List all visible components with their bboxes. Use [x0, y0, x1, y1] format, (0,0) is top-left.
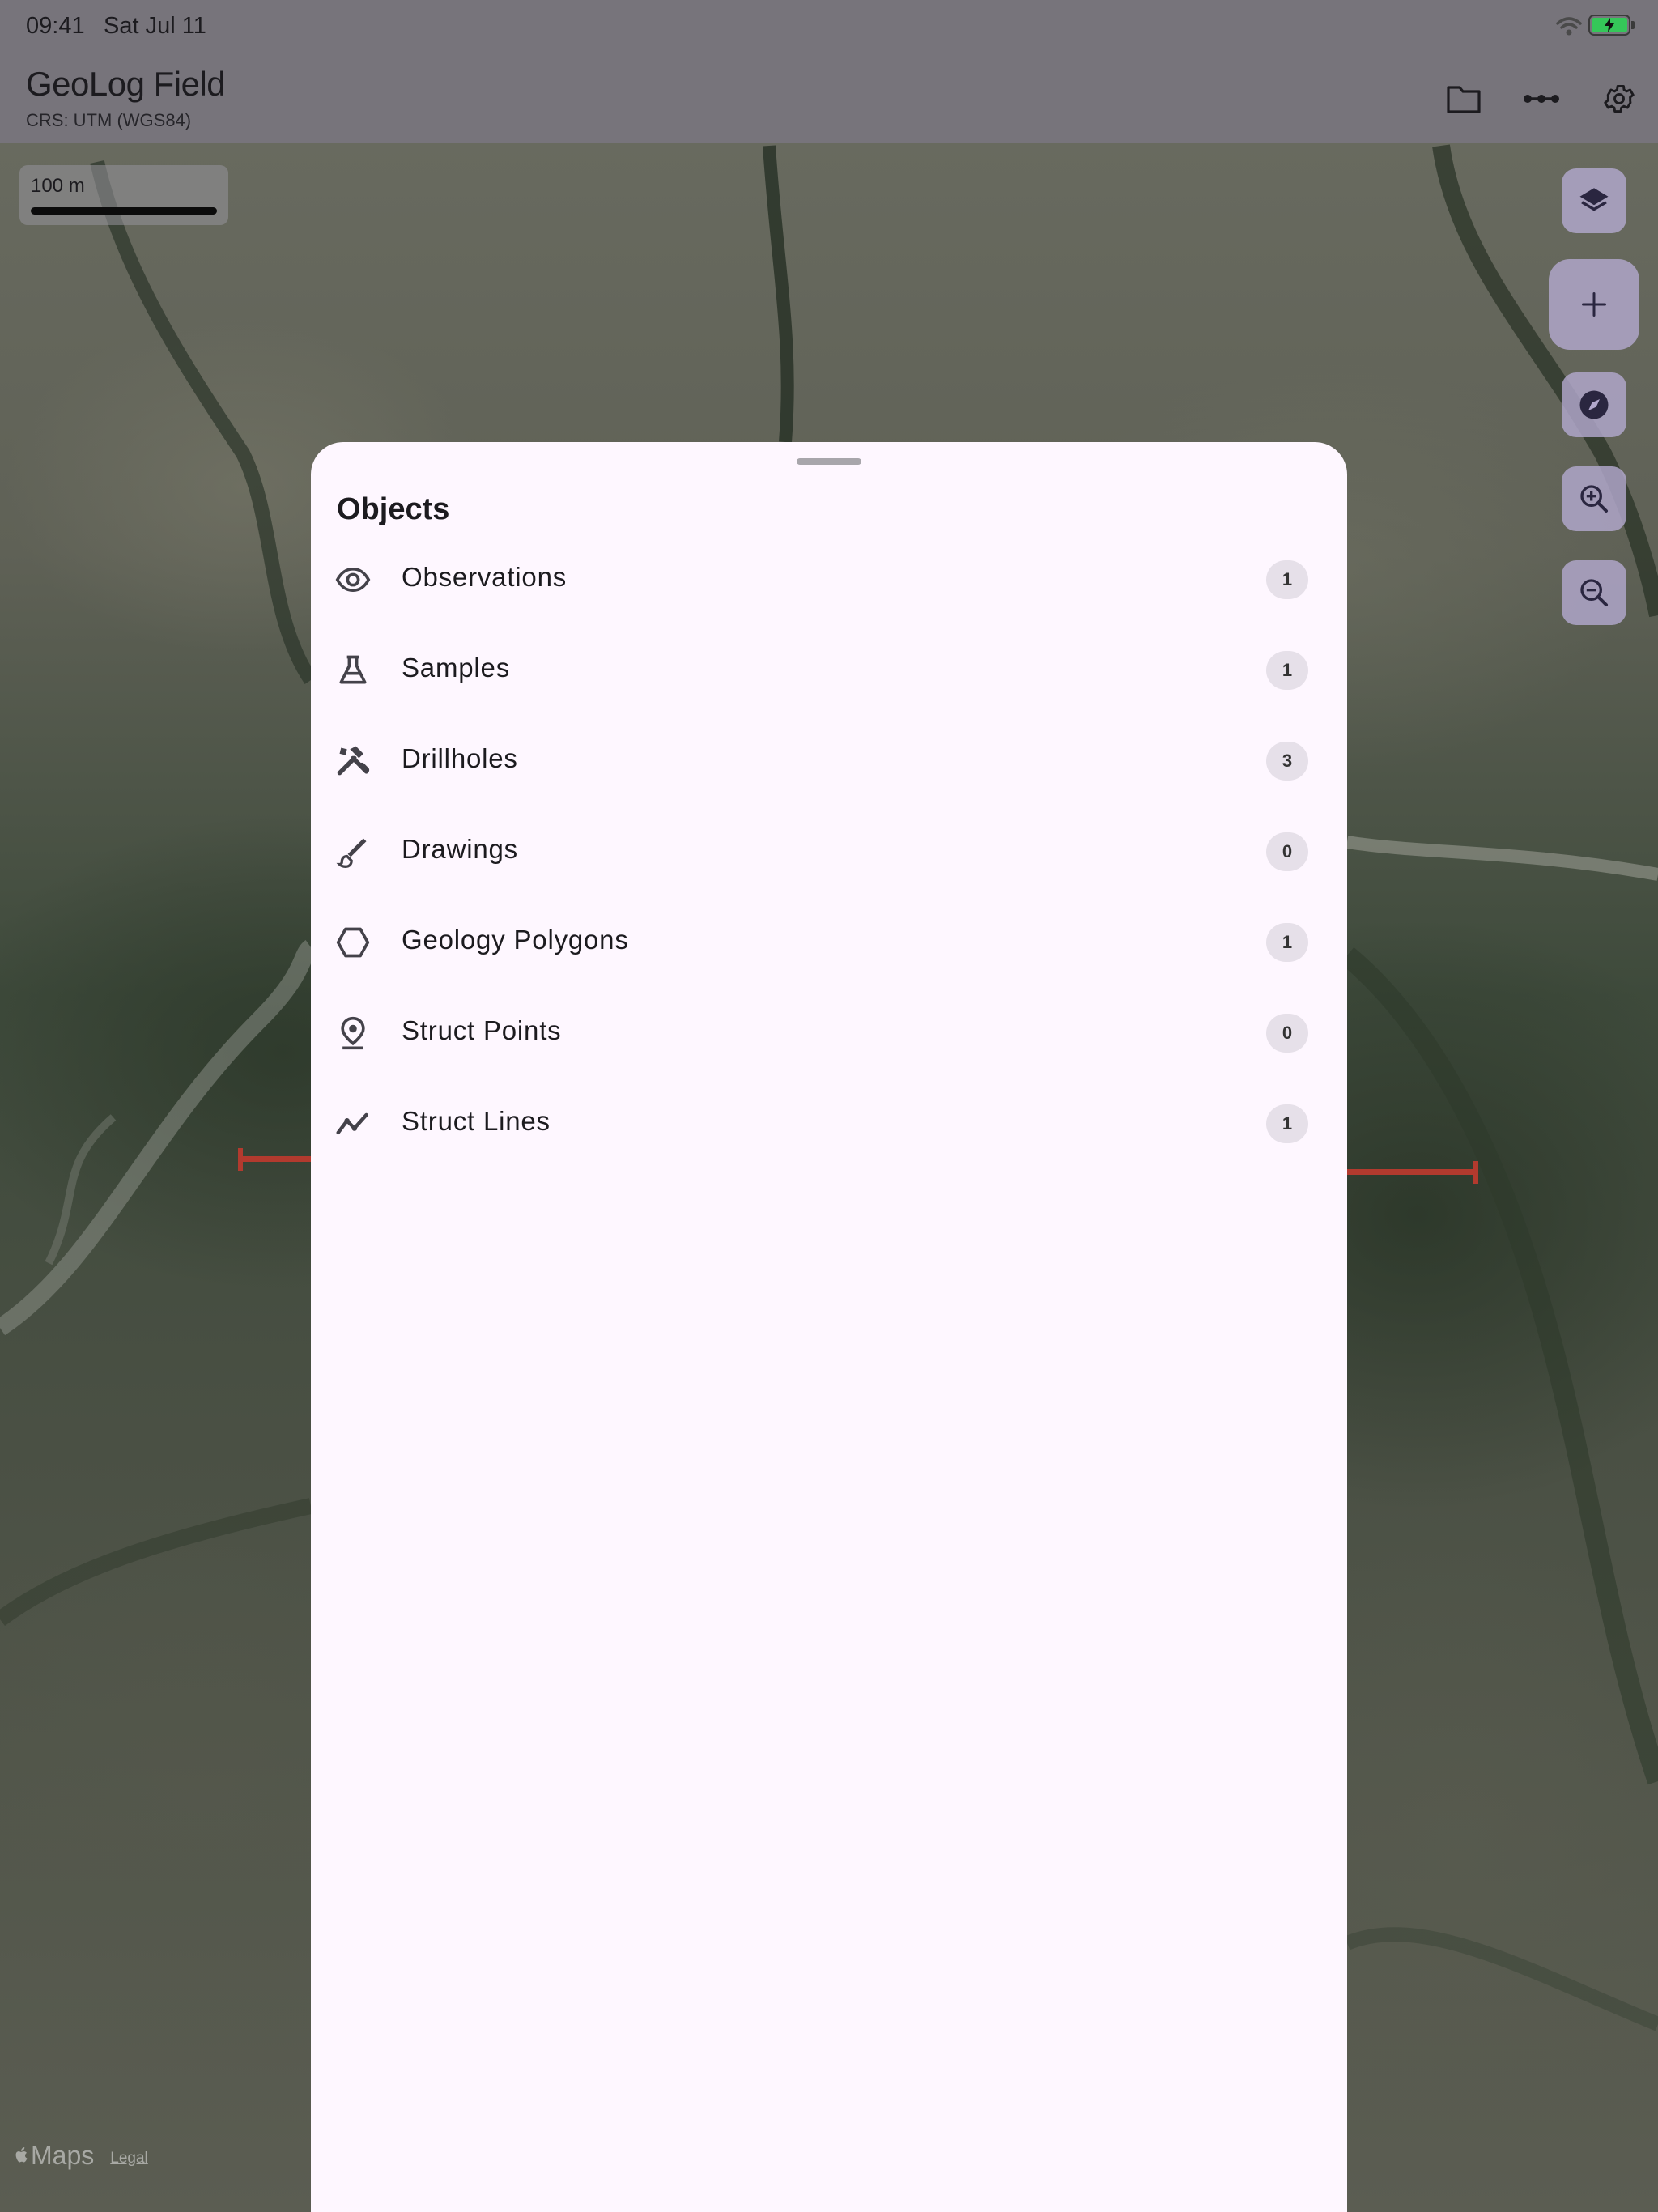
- status-date: Sat Jul 11: [104, 13, 206, 39]
- brush-icon: [335, 834, 371, 870]
- zoom-out-icon: [1580, 579, 1608, 606]
- add-object-button[interactable]: [1549, 259, 1639, 350]
- map-marker-line-right: [1347, 1169, 1477, 1175]
- count-badge: 1: [1266, 1104, 1308, 1143]
- objects-sheet: Objects Observations 1 Samples 1 Drillho…: [311, 442, 1347, 2212]
- list-item-drawings[interactable]: Drawings 0: [311, 806, 1347, 897]
- map-scale-bar: 100 m: [19, 165, 228, 225]
- scale-label: 100 m: [31, 175, 85, 197]
- list-item-label: Samples: [402, 653, 510, 683]
- line-measure-icon: [1524, 95, 1559, 103]
- app-bar: GeoLog Field CRS: UTM (WGS84): [0, 52, 1658, 143]
- count-badge: 1: [1266, 560, 1308, 599]
- scale-line: [31, 207, 217, 215]
- gear-icon: [1604, 84, 1635, 113]
- maps-label: Maps: [31, 2141, 95, 2170]
- list-item-samples[interactable]: Samples 1: [311, 625, 1347, 716]
- layers-icon: [1579, 188, 1609, 211]
- app-title: GeoLog Field: [26, 65, 226, 103]
- maps-logo: Maps: [15, 2141, 94, 2171]
- status-time: 09:41: [26, 13, 85, 39]
- map-marker-line-right-tick: [1473, 1161, 1478, 1184]
- map-marker-line-left-tick: [238, 1148, 243, 1171]
- zoom-in-icon: [1580, 485, 1608, 513]
- list-item-struct-points[interactable]: Struct Points 0: [311, 988, 1347, 1078]
- hexagon-icon: [335, 925, 371, 960]
- sheet-drag-handle[interactable]: [797, 458, 861, 465]
- zoom-out-button[interactable]: [1562, 560, 1626, 625]
- wifi-icon: [1556, 16, 1582, 43]
- list-item-drillholes[interactable]: Drillholes 3: [311, 716, 1347, 806]
- eye-icon: [335, 562, 371, 598]
- settings-button[interactable]: [1596, 76, 1642, 121]
- folder-button[interactable]: [1441, 76, 1486, 121]
- count-badge: 0: [1266, 1014, 1308, 1053]
- apple-logo-icon: [15, 2147, 28, 2163]
- flask-icon: [335, 653, 371, 688]
- count-badge: 1: [1266, 651, 1308, 690]
- list-item-struct-lines[interactable]: Struct Lines 1: [311, 1078, 1347, 1169]
- objects-list: Observations 1 Samples 1 Drillholes 3 Dr…: [311, 534, 1347, 1169]
- list-item-observations[interactable]: Observations 1: [311, 534, 1347, 625]
- line-measure-button[interactable]: [1519, 76, 1564, 121]
- list-item-label: Geology Polygons: [402, 925, 629, 955]
- list-item-label: Drillholes: [402, 743, 518, 773]
- sheet-title: Objects: [337, 492, 450, 526]
- pin-icon: [335, 1015, 371, 1051]
- map-attribution: Maps Legal: [15, 2141, 148, 2171]
- polyline-icon: [335, 1106, 371, 1142]
- battery-charging-icon: [1588, 15, 1635, 36]
- add-icon: [1582, 292, 1606, 317]
- legal-link[interactable]: Legal: [110, 2150, 148, 2167]
- status-bar: 09:41 Sat Jul 11: [0, 0, 1658, 52]
- map-marker-line-left: [240, 1156, 312, 1162]
- list-item-geology-polygons[interactable]: Geology Polygons 1: [311, 897, 1347, 988]
- tools-icon: [335, 743, 371, 779]
- layers-button[interactable]: [1562, 168, 1626, 233]
- list-item-label: Struct Points: [402, 1015, 562, 1045]
- crs-subtitle: CRS: UTM (WGS84): [26, 110, 192, 130]
- folder-icon: [1447, 86, 1481, 113]
- count-badge: 3: [1266, 742, 1308, 781]
- count-badge: 0: [1266, 832, 1308, 871]
- list-item-label: Drawings: [402, 834, 518, 864]
- count-badge: 1: [1266, 923, 1308, 962]
- list-item-label: Struct Lines: [402, 1106, 551, 1136]
- list-item-label: Observations: [402, 562, 568, 592]
- zoom-in-button[interactable]: [1562, 466, 1626, 531]
- compass-icon: [1579, 390, 1609, 419]
- compass-button[interactable]: [1562, 372, 1626, 437]
